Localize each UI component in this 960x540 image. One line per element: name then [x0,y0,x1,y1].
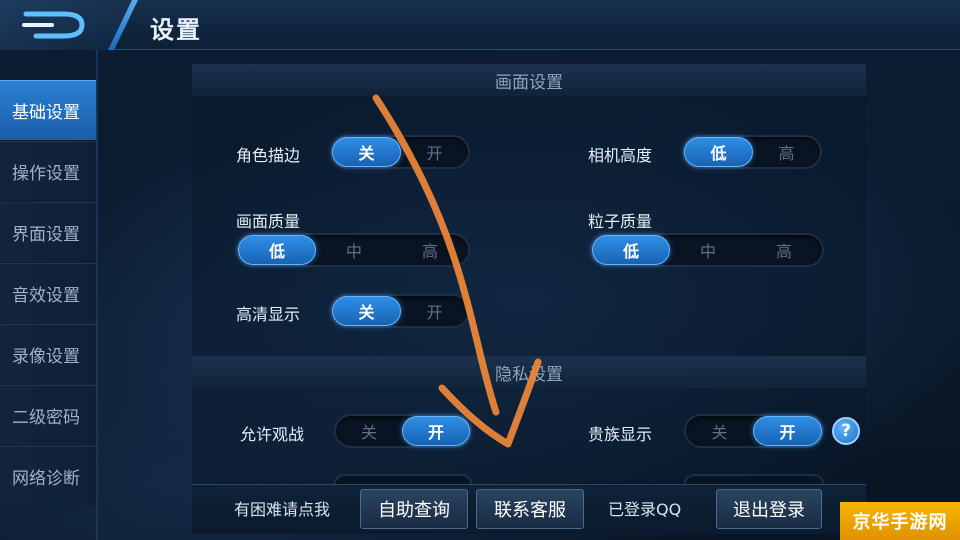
outline-label: 角色描边 [236,146,301,165]
sidebar-item-replay-settings[interactable]: 录像设置 [0,324,96,384]
login-status: 已登录QQ [608,500,682,519]
camera-height-option-low[interactable]: 低 [684,137,753,167]
outline-toggle[interactable]: 关 开 [330,135,470,169]
noble-display-label: 贵族显示 [588,425,653,444]
back-logo-icon [22,11,85,39]
quality-option-medium[interactable]: 中 [316,235,392,265]
sidebar-item-basic-settings[interactable]: 基础设置 [0,80,96,140]
sidebar: 基础设置 操作设置 界面设置 音效设置 录像设置 二级密码 网络诊断 [0,80,96,507]
sidebar-item-interface-settings[interactable]: 界面设置 [0,202,96,262]
help-text: 有困难请点我 [234,500,331,519]
hd-option-on[interactable]: 开 [401,296,468,326]
page-title: 设置 [150,16,202,44]
particle-option-low[interactable]: 低 [592,235,670,265]
sidebar-item-control-settings[interactable]: 操作设置 [0,141,96,201]
section-header-graphics: 画面设置 [192,64,866,96]
particle-option-medium[interactable]: 中 [670,235,746,265]
quality-label: 画面质量 [236,212,301,231]
hd-display-label: 高清显示 [236,305,301,324]
particle-quality-label: 粒子质量 [588,212,653,231]
hd-option-off[interactable]: 关 [332,296,401,326]
particle-option-high[interactable]: 高 [746,235,822,265]
hd-display-toggle[interactable]: 关 开 [330,294,470,328]
camera-height-label: 相机高度 [588,146,653,165]
spectate-option-off[interactable]: 关 [336,416,402,446]
quality-option-low[interactable]: 低 [238,235,316,265]
allow-spectate-toggle[interactable]: 关 开 [334,414,472,448]
sidebar-item-network-diagnosis[interactable]: 网络诊断 [0,446,96,506]
quality-option-high[interactable]: 高 [392,235,468,265]
noble-display-toggle[interactable]: 关 开 [684,414,824,448]
camera-height-toggle[interactable]: 低 高 [682,135,822,169]
allow-spectate-label: 允许观战 [240,425,305,444]
help-icon[interactable]: ? [832,417,860,445]
logout-button[interactable]: 退出登录 [716,489,822,529]
sidebar-divider [96,50,98,540]
camera-height-option-high[interactable]: 高 [753,137,820,167]
noble-option-off[interactable]: 关 [686,416,753,446]
outline-option-off[interactable]: 关 [332,137,401,167]
sidebar-item-sound-settings[interactable]: 音效设置 [0,263,96,323]
noble-option-on[interactable]: 开 [753,416,822,446]
contact-service-button[interactable]: 联系客服 [476,489,584,529]
particle-quality-toggle[interactable]: 低 中 高 [590,233,824,267]
self-service-button[interactable]: 自助查询 [360,489,468,529]
spectate-option-on[interactable]: 开 [402,416,470,446]
top-bar [0,0,960,50]
outline-option-on[interactable]: 开 [401,137,468,167]
sidebar-item-secondary-password[interactable]: 二级密码 [0,385,96,445]
site-watermark: 京华手游网 [840,502,960,540]
section-header-privacy: 隐私设置 [192,356,866,388]
quality-toggle[interactable]: 低 中 高 [236,233,470,267]
